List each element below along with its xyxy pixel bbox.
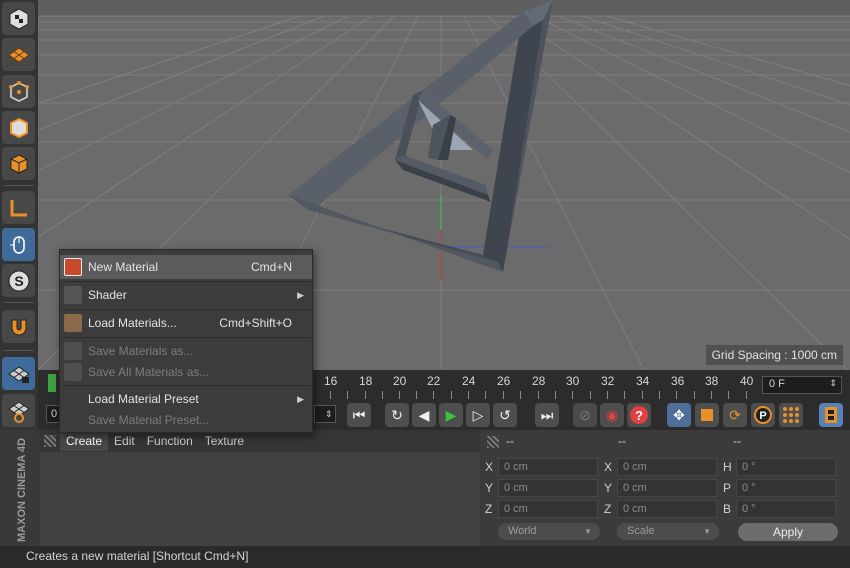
submenu-arrow-icon: ▶: [297, 289, 304, 300]
tool-palette: S: [0, 0, 38, 455]
rotation-h-field[interactable]: 0 °: [736, 458, 836, 476]
film-strip-icon[interactable]: [819, 403, 843, 427]
svg-text:?: ?: [635, 408, 643, 423]
workplane-icon[interactable]: [2, 394, 35, 427]
timeline-tick: 24: [462, 374, 476, 388]
menu-function[interactable]: Function: [141, 431, 199, 451]
timeline-tick: 22: [427, 374, 441, 388]
magnet-icon[interactable]: [2, 310, 35, 343]
timeline-tick: 20: [393, 374, 407, 388]
timeline-tick: 40: [740, 374, 754, 388]
key-pla-icon[interactable]: [779, 403, 803, 427]
load-materials-icon: [64, 314, 82, 332]
timeline-tick: 26: [497, 374, 511, 388]
menu-create[interactable]: Create: [60, 431, 109, 451]
timeline-tick: 16: [324, 374, 338, 388]
current-frame-field[interactable]: 0 F ⇕: [762, 376, 842, 394]
record-disabled-icon: ⊘: [573, 403, 597, 427]
points-mode-icon[interactable]: [2, 75, 35, 108]
go-to-start-icon[interactable]: ⏮: [347, 403, 371, 427]
menu-item-new-material[interactable]: New Material Cmd+N: [60, 255, 312, 279]
coordinates-manager: -- -- -- X 0 cm X 0 cm H 0 ° Y 0 cm Y 0 …: [482, 430, 850, 546]
model-mode-icon[interactable]: [2, 2, 35, 35]
timeline-tick: 38: [705, 374, 719, 388]
previous-key-icon[interactable]: ↻: [385, 403, 409, 427]
position-x-field[interactable]: 0 cm: [498, 458, 598, 476]
record-active-objects-icon[interactable]: ◉: [600, 403, 624, 427]
polygons-mode-icon[interactable]: [2, 147, 35, 180]
step-forward-icon[interactable]: ▷: [466, 403, 490, 427]
edges-mode-icon[interactable]: [2, 111, 35, 144]
shader-icon: [64, 286, 82, 304]
menu-item-shader[interactable]: Shader ▶: [60, 283, 312, 307]
scale-z-field[interactable]: 0 cm: [617, 500, 717, 518]
cinema4d-logo: MAXON CINEMA 4D: [16, 437, 28, 542]
snap-icon[interactable]: S: [2, 264, 35, 297]
step-back-icon[interactable]: ◀: [412, 403, 436, 427]
timeline-tick: 34: [636, 374, 650, 388]
save-materials-icon: [64, 342, 82, 360]
status-bar: Creates a new material [Shortcut Cmd+N]: [0, 546, 850, 568]
grid-spacing-label: Grid Spacing : 1000 cm: [705, 345, 843, 365]
go-to-end-icon[interactable]: ⏭: [535, 403, 559, 427]
menu-item-load-materials[interactable]: Load Materials... Cmd+Shift+O: [60, 311, 312, 335]
axis-mode-icon[interactable]: [2, 191, 35, 224]
submenu-arrow-icon: ▶: [297, 393, 304, 404]
autokeying-icon[interactable]: ?: [627, 403, 651, 427]
rotation-p-field[interactable]: 0 °: [736, 479, 836, 497]
position-y-field[interactable]: 0 cm: [498, 479, 598, 497]
panel-grip-icon[interactable]: [487, 436, 499, 448]
scale-y-field[interactable]: 0 cm: [617, 479, 717, 497]
menu-texture[interactable]: Texture: [199, 431, 250, 451]
workplane-lock-icon[interactable]: [2, 357, 35, 390]
key-scale-icon[interactable]: [695, 403, 719, 427]
status-text: Creates a new material [Shortcut Cmd+N]: [26, 549, 249, 563]
playhead-marker[interactable]: [48, 374, 56, 392]
end-frame-stepper[interactable]: ⇕: [314, 405, 336, 423]
save-all-materials-icon: [64, 363, 82, 381]
key-rotation-icon[interactable]: ⟳: [723, 403, 747, 427]
material-manager[interactable]: Create Edit Function Texture: [40, 430, 480, 546]
material-menubar: Create Edit Function Texture: [40, 430, 480, 452]
bottom-panels: Create Edit Function Texture -- -- -- X …: [0, 430, 850, 546]
texture-mode-icon[interactable]: [2, 38, 35, 71]
coord-row-y: Y 0 cm Y 0 cm P 0 °: [482, 479, 850, 497]
next-key-icon[interactable]: ↺: [493, 403, 517, 427]
timeline-tick: 32: [601, 374, 615, 388]
timeline-tick: 18: [359, 374, 373, 388]
timeline-tick: 28: [532, 374, 546, 388]
spacer-icon: [64, 390, 82, 408]
menu-edit[interactable]: Edit: [108, 431, 141, 451]
key-parameter-icon[interactable]: P: [751, 403, 775, 427]
size-mode-select[interactable]: Scale ▼: [617, 523, 719, 540]
rotation-b-field[interactable]: 0 °: [736, 500, 836, 518]
timeline-tick: 36: [671, 374, 685, 388]
play-icon[interactable]: ▶: [439, 403, 463, 427]
timeline-tick: 30: [566, 374, 580, 388]
apply-button[interactable]: Apply: [738, 523, 838, 541]
coordinates-header: -- -- --: [482, 434, 850, 450]
key-position-icon[interactable]: ✥: [667, 403, 691, 427]
menu-item-save-material-preset: Save Material Preset...: [60, 408, 312, 432]
scale-x-field[interactable]: 0 cm: [617, 458, 717, 476]
svg-text:P: P: [759, 410, 766, 422]
panel-grip-icon[interactable]: [44, 435, 56, 447]
new-material-icon: [64, 258, 82, 276]
create-context-menu: New Material Cmd+N Shader ▶ Load Materia…: [59, 249, 313, 433]
menu-item-save-all-materials-as: Save All Materials as...: [60, 360, 312, 384]
coord-row-x: X 0 cm X 0 cm H 0 °: [482, 458, 850, 476]
tweak-mode-icon[interactable]: [2, 228, 35, 261]
position-z-field[interactable]: 0 cm: [498, 500, 598, 518]
coord-row-z: Z 0 cm Z 0 cm B 0 °: [482, 500, 850, 518]
svg-text:S: S: [14, 273, 23, 289]
coordinate-system-select[interactable]: World ▼: [498, 523, 600, 540]
spacer-icon: [64, 411, 82, 429]
